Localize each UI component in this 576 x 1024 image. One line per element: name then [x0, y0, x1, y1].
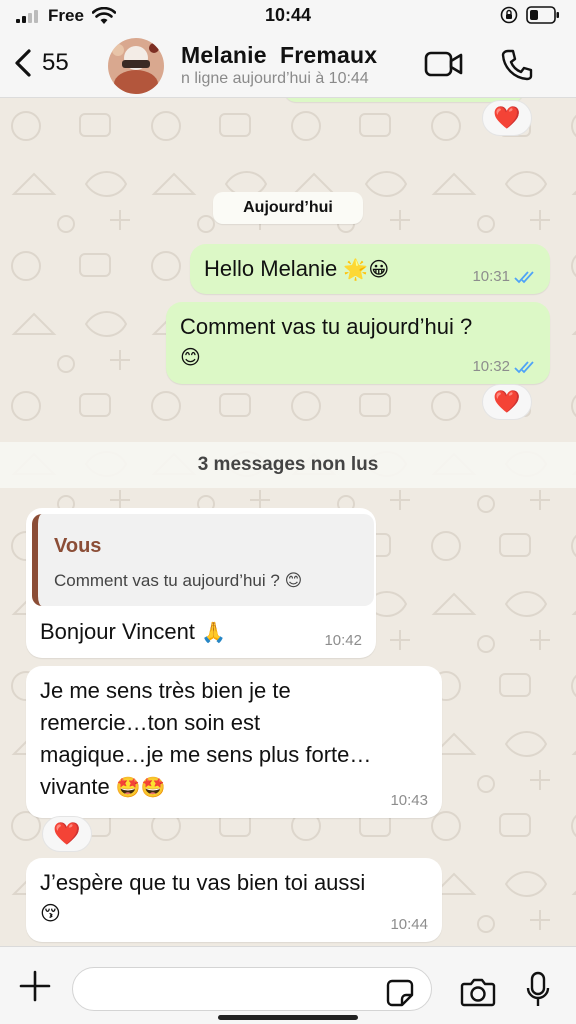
- quote-text-content: Comment vas tu aujourd’hui ?: [54, 571, 280, 590]
- message-line: magique…je me sens plus forte…: [40, 741, 372, 767]
- status-right: [500, 6, 560, 24]
- heart-reaction-icon: ❤️: [53, 821, 81, 847]
- message-input[interactable]: [72, 967, 432, 1011]
- message-incoming[interactable]: Vous Comment vas tu aujourd’hui ? 😊 Bonj…: [26, 508, 376, 658]
- message-line-last: vivante 🤩🤩: [40, 771, 428, 803]
- reaction-badge[interactable]: ❤️: [482, 100, 532, 136]
- read-receipt-icon: [514, 361, 534, 374]
- avatar-image: [108, 38, 164, 94]
- message-emoji: 😚: [40, 900, 61, 925]
- message-meta: 10:44: [390, 914, 428, 936]
- heart-reaction-icon: ❤️: [493, 389, 521, 415]
- quote-text: Comment vas tu aujourd’hui ? 😊: [54, 569, 302, 594]
- clock: 10:44: [264, 5, 312, 25]
- message-line: remercie…ton soin est: [40, 709, 261, 735]
- unread-chats-count: 55: [42, 49, 69, 76]
- chat-header: 55 Melanie Fremaux n ligne aujourd’hui à…: [0, 34, 576, 98]
- message-incoming[interactable]: Je me sens très bien je te remercie…ton …: [26, 666, 442, 818]
- quote-emoji: 😊: [284, 571, 303, 591]
- microphone-icon[interactable]: [526, 971, 550, 1009]
- message-text: Comment vas tu aujourd’hui ?: [180, 314, 473, 339]
- message-time: 10:42: [324, 632, 362, 650]
- quoted-message[interactable]: Vous Comment vas tu aujourd’hui ? 😊: [32, 514, 374, 606]
- message-text: Bonjour Vincent: [40, 619, 195, 644]
- camera-icon[interactable]: [460, 977, 496, 1007]
- message-meta: 10:43: [390, 790, 428, 812]
- orientation-lock-icon: [500, 6, 518, 24]
- message-line: Je me sens très bien je te: [40, 678, 291, 703]
- message-time: 10:31: [472, 268, 510, 286]
- message-emoji: 🌟😀: [343, 257, 390, 281]
- chevron-left-icon: [15, 49, 31, 77]
- message-time: 10:44: [390, 916, 428, 934]
- message-incoming[interactable]: J’espère que tu vas bien toi aussi 😚 10:…: [26, 858, 442, 942]
- message-text: J’espère que tu vas bien toi aussi: [40, 870, 366, 895]
- message-line: vivante: [40, 773, 110, 799]
- message-meta: 10:42: [324, 630, 362, 652]
- message-outgoing[interactable]: Hello Melanie 🌟😀 10:31: [190, 244, 550, 294]
- message-input-bar: [0, 946, 576, 1024]
- message-meta: 10:32: [472, 356, 536, 378]
- contact-name[interactable]: Melanie Fremaux: [181, 42, 377, 69]
- contact-avatar[interactable]: [108, 38, 164, 94]
- message-time: 10:43: [390, 792, 428, 810]
- message-text: Hello Melanie: [204, 256, 338, 281]
- quote-author: Vous: [54, 535, 102, 557]
- reaction-badge[interactable]: ❤️: [42, 816, 92, 852]
- sticker-icon[interactable]: [386, 979, 414, 1007]
- message-emoji: 🤩🤩: [115, 774, 166, 799]
- chat-area[interactable]: ❤️ Aujourd’hui Hello Melanie 🌟😀 10:31 Co…: [0, 98, 576, 946]
- message-outgoing[interactable]: Comment vas tu aujourd’hui ? 😊 10:32: [166, 302, 550, 384]
- date-separator: Aujourd’hui: [213, 192, 363, 224]
- reaction-badge[interactable]: ❤️: [482, 384, 532, 420]
- plus-icon[interactable]: [18, 969, 52, 1003]
- message-emoji: 🙏: [201, 620, 226, 644]
- back-button[interactable]: 55: [12, 48, 69, 78]
- phone-call-icon[interactable]: [500, 48, 534, 82]
- status-bar: Free 10:44: [0, 0, 576, 34]
- battery-icon: [526, 6, 559, 24]
- video-call-icon[interactable]: [424, 50, 464, 78]
- home-indicator: [218, 1015, 358, 1020]
- unread-messages-banner: 3 messages non lus: [0, 442, 576, 488]
- heart-reaction-icon: ❤️: [493, 105, 521, 131]
- message-body: Bonjour Vincent 🙏: [40, 616, 226, 648]
- previous-message-tail: [284, 98, 524, 102]
- contact-last-seen: n ligne aujourd’hui à 10:44: [181, 70, 369, 87]
- read-receipt-icon: [514, 271, 534, 284]
- message-time: 10:32: [472, 358, 510, 376]
- message-meta: 10:31: [472, 266, 536, 288]
